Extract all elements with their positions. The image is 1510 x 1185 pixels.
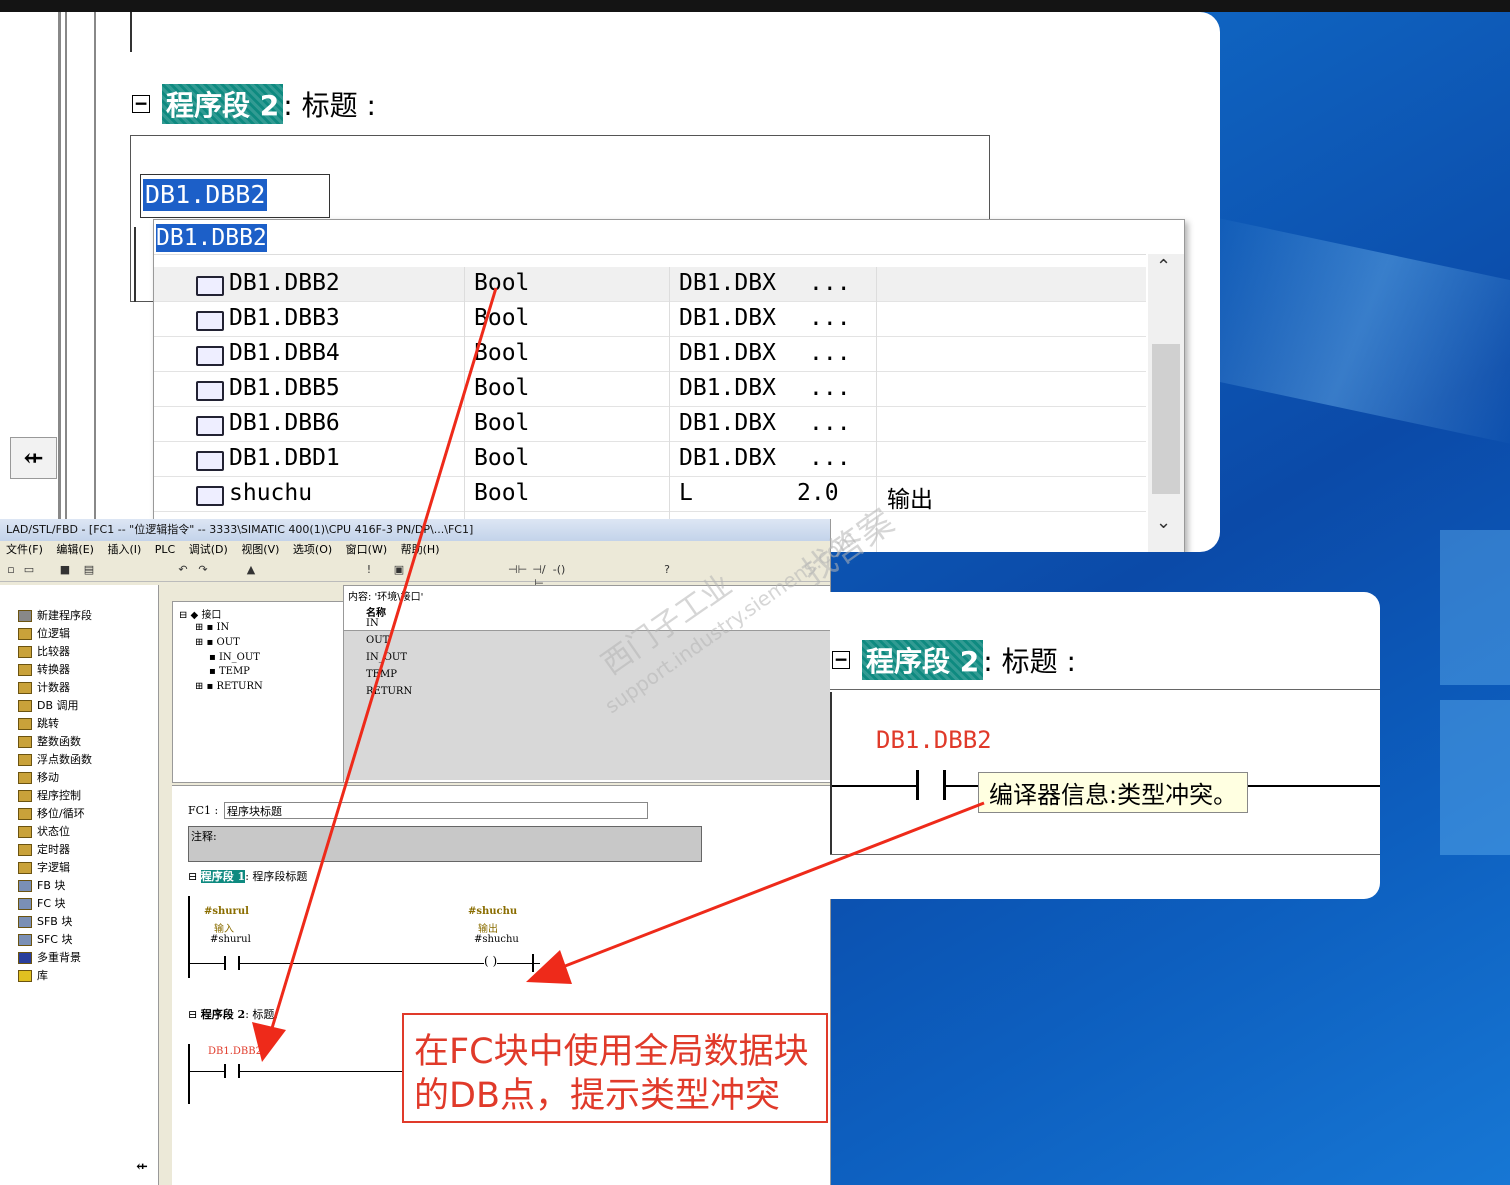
arrow-head (526, 950, 572, 984)
callout-line: 的DB点，提示类型冲突 (414, 1076, 780, 1116)
annotation-arrows (252, 287, 985, 1062)
annotation-callout: 在FC块中使用全局数据块 的DB点，提示类型冲突 (402, 1013, 828, 1123)
arrow-line (264, 287, 498, 1049)
arrow-head (252, 1022, 286, 1062)
arrow-line (559, 801, 985, 970)
